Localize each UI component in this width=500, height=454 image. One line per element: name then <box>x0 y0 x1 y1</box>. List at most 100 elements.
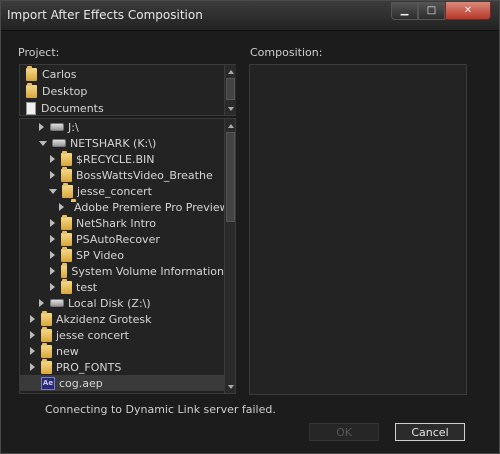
tree-item-recycle-bin[interactable]: $RECYCLE.BIN <box>50 150 224 167</box>
tree-scrollbar[interactable] <box>224 119 235 393</box>
tree-item-new[interactable]: new <box>30 342 224 359</box>
favorite-item-desktop[interactable]: Desktop <box>20 83 225 100</box>
expand-arrow-icon[interactable] <box>30 331 35 339</box>
tree-item-local-disk-z[interactable]: Local Disk (Z:\) <box>39 295 224 311</box>
scroll-down-button[interactable] <box>225 103 236 114</box>
maximize-icon: □ <box>426 5 437 16</box>
scroll-up-button[interactable] <box>225 120 235 131</box>
drive-icon <box>50 123 64 131</box>
scroll-thumb[interactable] <box>226 78 235 100</box>
folder-icon <box>26 66 37 81</box>
minimize-button[interactable]: ▁ <box>391 2 418 20</box>
status-message: Connecting to Dynamic Link server failed… <box>45 403 276 416</box>
folder-icon <box>61 278 72 294</box>
collapse-arrow-icon[interactable] <box>49 188 57 194</box>
scroll-down-button[interactable] <box>225 381 235 392</box>
maximize-button[interactable]: □ <box>418 2 445 20</box>
tree-item-bosswatts[interactable]: BossWattsVideo_Breathe <box>50 166 224 183</box>
title-bar: Import After Effects Composition ▁ □ ✕ <box>1 1 499 31</box>
after-effects-file-icon: Ae <box>41 376 55 390</box>
scroll-up-icon <box>227 69 234 74</box>
project-label: Project: <box>18 46 60 59</box>
expand-arrow-icon[interactable] <box>50 219 55 227</box>
folder-icon <box>61 150 72 166</box>
ok-button[interactable]: OK <box>309 423 379 441</box>
drive-icon <box>52 139 66 147</box>
minimize-icon: ▁ <box>400 5 409 16</box>
close-icon: ✕ <box>463 5 473 16</box>
cancel-button[interactable]: Cancel <box>395 423 465 441</box>
tree-item-label: PSAutoRecover <box>76 232 160 246</box>
folder-icon <box>61 214 72 230</box>
tree-item-pro-fonts[interactable]: PRO_FONTS <box>30 358 224 375</box>
close-button[interactable]: ✕ <box>445 2 491 20</box>
tree-item-cog-aep[interactable]: Ae cog.aep <box>20 375 224 391</box>
tree-item-label: $RECYCLE.BIN <box>76 152 155 166</box>
tree-item-label: Adobe Premiere Pro Preview F <box>74 200 236 214</box>
scroll-up-button[interactable] <box>225 66 236 77</box>
expand-arrow-icon[interactable] <box>59 203 64 211</box>
tree-item-akzidenz[interactable]: Akzidenz Grotesk <box>30 310 224 327</box>
scroll-thumb[interactable] <box>226 132 235 222</box>
expand-arrow-icon[interactable] <box>50 171 55 179</box>
tree-item-netshark-intro[interactable]: NetShark Intro <box>50 214 224 231</box>
tree-item-label: SP Video <box>76 248 124 262</box>
tree-item-premiere-preview[interactable]: Adobe Premiere Pro Preview F <box>59 198 235 215</box>
scroll-up-icon <box>227 123 234 128</box>
tree-item-system-volume[interactable]: System Volume Information <box>50 262 224 279</box>
tree-item-label: Akzidenz Grotesk <box>56 312 152 326</box>
window-title: Import After Effects Composition <box>7 8 203 22</box>
scroll-down-icon <box>227 106 234 111</box>
folder-icon <box>61 230 72 246</box>
tree-item-j-drive[interactable]: J:\ <box>39 119 224 135</box>
import-dialog: Import After Effects Composition ▁ □ ✕ P… <box>0 0 500 454</box>
folder-icon <box>62 182 73 198</box>
tree-item-label: new <box>56 344 79 358</box>
drive-icon <box>50 299 64 307</box>
folder-icon <box>41 310 52 326</box>
tree-item-jesse-concert-underscore[interactable]: jesse_concert <box>49 182 224 199</box>
expand-arrow-icon[interactable] <box>30 315 35 323</box>
window-controls: ▁ □ ✕ <box>391 2 491 20</box>
tree-item-label: Local Disk (Z:\) <box>68 296 151 310</box>
tree-item-sp-video[interactable]: SP Video <box>50 246 224 263</box>
tree-item-label: NetShark Intro <box>76 216 156 230</box>
expand-arrow-icon[interactable] <box>30 347 35 355</box>
tree-item-label: test <box>76 280 98 294</box>
favorite-item-carlos[interactable]: Carlos <box>20 66 225 83</box>
expand-arrow-icon[interactable] <box>39 123 44 131</box>
favorites-scrollbar[interactable] <box>224 65 236 115</box>
favorite-label: Carlos <box>42 68 77 81</box>
tree-item-label: jesse concert <box>56 328 129 342</box>
tree-item-jesse-concert[interactable]: jesse concert <box>30 326 224 343</box>
favorite-label: Desktop <box>42 85 88 98</box>
folder-icon <box>41 326 52 342</box>
tree-item-label: cog.aep <box>59 376 103 390</box>
folder-icon <box>41 358 52 374</box>
tree-item-label: jesse_concert <box>77 184 152 198</box>
expand-arrow-icon[interactable] <box>39 299 44 307</box>
expand-arrow-icon[interactable] <box>50 155 55 163</box>
expand-arrow-icon[interactable] <box>50 251 55 259</box>
tree-item-netshark[interactable]: NETSHARK (K:\) <box>39 135 224 151</box>
tree-item-label: NETSHARK (K:\) <box>70 136 157 150</box>
tree-item-label: BossWattsVideo_Breathe <box>76 168 213 182</box>
expand-arrow-icon[interactable] <box>50 267 55 275</box>
expand-arrow-icon[interactable] <box>50 235 55 243</box>
expand-arrow-icon[interactable] <box>30 363 35 371</box>
favorite-item-documents[interactable]: Documents <box>20 100 225 117</box>
scroll-down-icon <box>227 384 234 389</box>
tree-item-label: J:\ <box>68 120 79 134</box>
project-tree: J:\ NETSHARK (K:\) $RECYCLE.BIN BossWatt… <box>19 118 236 394</box>
tree-item-psautorecover[interactable]: PSAutoRecover <box>50 230 224 247</box>
tree-item-label: PRO_FONTS <box>56 360 122 374</box>
folder-icon <box>41 342 52 358</box>
expand-arrow-icon[interactable] <box>50 283 55 291</box>
folder-icon <box>26 83 37 98</box>
composition-list[interactable] <box>249 64 467 395</box>
tree-item-test[interactable]: test <box>50 278 224 295</box>
folder-icon <box>61 246 72 262</box>
collapse-arrow-icon[interactable] <box>39 140 47 146</box>
document-icon <box>26 102 36 115</box>
favorites-list: Carlos Desktop Documents <box>19 64 236 116</box>
